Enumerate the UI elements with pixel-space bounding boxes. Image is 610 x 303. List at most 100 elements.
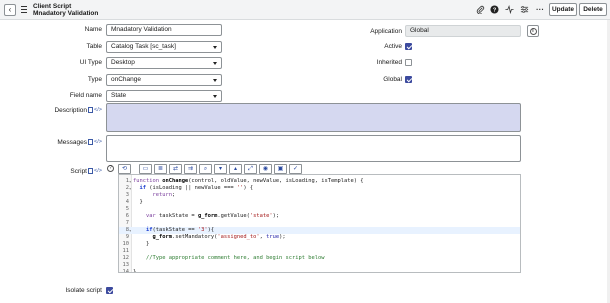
line-number: 6 <box>125 213 129 219</box>
table-select[interactable]: Catalog Task [sc_task] <box>106 41 222 53</box>
script-field-icons: </> <box>88 168 103 174</box>
active-label: Active <box>384 43 402 50</box>
translation-icon[interactable] <box>88 168 93 174</box>
field-name-select-value: State <box>111 92 127 99</box>
line-number: 10 <box>122 241 130 247</box>
context-menu-icon[interactable] <box>21 5 27 14</box>
chevron-down-icon <box>213 46 217 49</box>
record-name: Mnadatory Validation <box>33 10 99 17</box>
code-text: } <box>133 199 143 205</box>
code-text: function onChange(control, oldValue, new… <box>133 178 364 184</box>
replace-all-icon[interactable]: ⇉ <box>184 164 197 174</box>
application-field: Global <box>405 25 521 37</box>
search-icon[interactable]: ⌕ <box>199 164 212 174</box>
form-header: ‹ Client Script Mnadatory Validation ? ·… <box>0 0 610 20</box>
field-name-select[interactable]: State <box>106 90 222 102</box>
line-number: 11 <box>122 248 130 254</box>
help-icon[interactable]: ? <box>490 5 499 17</box>
active-checkbox[interactable] <box>405 43 412 50</box>
code-text: //Type appropriate comment here, and beg… <box>133 255 325 261</box>
code-line: 10 } <box>119 241 520 248</box>
form-title: Client Script Mnadatory Validation <box>33 3 98 17</box>
script-editor-toolbar: ⟲ ▭ ≣ ⇄ ⇉ ⌕ ▾ ▴ ⤢ ◉ ▣ ✓ <box>118 164 302 174</box>
line-number: 1 <box>125 178 129 184</box>
code-line: 3 return; <box>119 192 520 199</box>
field-name-label: Field name <box>69 92 102 99</box>
line-number: 8 <box>125 227 129 233</box>
description-textarea[interactable] <box>106 103 521 132</box>
description-label: Description <box>54 107 87 114</box>
fullscreen-icon[interactable]: ⤢ <box>244 164 257 174</box>
code-text: if(taskState == '3'){ <box>145 227 215 233</box>
line-number: 3 <box>125 192 129 198</box>
back-button[interactable]: ‹ <box>4 4 16 16</box>
name-input[interactable]: Mnadatory Validation <box>106 24 222 36</box>
format-icon[interactable]: ≣ <box>154 164 167 174</box>
code-text: return; <box>152 192 176 198</box>
ui-type-select[interactable]: Desktop <box>106 57 222 69</box>
line-number: 9 <box>125 234 129 240</box>
code-line: 9 g_form.setMandatory('assigned_to', tru… <box>119 234 520 241</box>
line-number: 12 <box>122 255 130 261</box>
svg-text:?: ? <box>493 8 497 14</box>
code-view-icon[interactable]: </> <box>94 139 102 145</box>
toggle-up-icon[interactable]: ▴ <box>229 164 242 174</box>
table-label: Table <box>86 43 102 50</box>
save-icon[interactable]: ▣ <box>274 164 287 174</box>
toggle-down-icon[interactable]: ▾ <box>214 164 227 174</box>
line-number: 4 <box>125 199 129 205</box>
activity-icon[interactable] <box>505 5 514 17</box>
code-line: 5 <box>119 206 520 213</box>
code-text: } <box>133 269 137 273</box>
chevron-down-icon <box>213 62 217 65</box>
update-button[interactable]: Update <box>549 3 577 16</box>
translation-icon[interactable] <box>88 107 93 113</box>
fold-toggle-icon[interactable]: ▾ <box>129 227 131 234</box>
globe-icon[interactable]: ◉ <box>259 164 272 174</box>
info-icon: i <box>529 27 537 35</box>
code-text: g_form.setMandatory('assigned_to', true)… <box>152 234 286 240</box>
script-help-icon[interactable]: ? <box>107 165 114 172</box>
application-info-button[interactable]: i <box>527 25 539 37</box>
comment-icon[interactable]: ▭ <box>139 164 152 174</box>
code-line: 1 ▾ function onChange(control, oldValue, n… <box>119 178 520 185</box>
chevron-down-icon <box>213 79 217 82</box>
delete-button[interactable]: Delete <box>579 3 607 16</box>
type-select[interactable]: onChange <box>106 74 222 86</box>
fold-toggle-icon[interactable]: ▾ <box>129 178 131 185</box>
messages-label: Messages <box>57 139 87 146</box>
code-view-icon[interactable]: </> <box>94 168 102 174</box>
code-text: var taskState = g_form.getValue('state')… <box>145 213 280 219</box>
messages-textarea[interactable] <box>106 135 521 162</box>
syntax-check-icon[interactable]: ✓ <box>289 164 302 174</box>
global-checkbox[interactable] <box>405 76 412 83</box>
replace-icon[interactable]: ⇄ <box>169 164 182 174</box>
isolate-script-checkbox[interactable] <box>106 287 113 294</box>
code-view-icon[interactable]: </> <box>94 107 102 113</box>
global-label: Global <box>383 76 402 83</box>
fold-toggle-icon[interactable]: ▾ <box>129 185 131 192</box>
messages-field-icons: </> <box>88 139 103 145</box>
type-select-value: onChange <box>111 76 141 83</box>
code-line: 12 //Type appropriate comment here, and … <box>119 255 520 262</box>
script-editor[interactable]: 1 ▾ function onChange(control, oldValue, n… <box>118 174 521 273</box>
more-icon[interactable]: ··· <box>536 5 544 15</box>
attachment-icon[interactable] <box>476 5 485 17</box>
code-line: 11 <box>119 248 520 255</box>
name-label: Name <box>84 26 102 33</box>
script-include-icon[interactable]: ⟲ <box>118 164 131 174</box>
translation-icon[interactable] <box>88 139 93 145</box>
type-label: Type <box>87 76 102 83</box>
isolate-script-label: Isolate script <box>65 287 103 294</box>
chevron-left-icon: ‹ <box>8 5 12 14</box>
application-label: Application <box>370 28 402 35</box>
inherited-checkbox[interactable] <box>405 59 412 66</box>
code-line: 14} <box>119 269 520 273</box>
settings-icon[interactable] <box>520 5 529 17</box>
line-number: 2 <box>125 185 129 191</box>
code-line: 4 } <box>119 199 520 206</box>
code-text: } <box>133 241 150 247</box>
description-field-icons: </> <box>88 107 103 113</box>
table-select-value: Catalog Task [sc_task] <box>111 43 176 50</box>
line-number: 7 <box>125 220 129 226</box>
